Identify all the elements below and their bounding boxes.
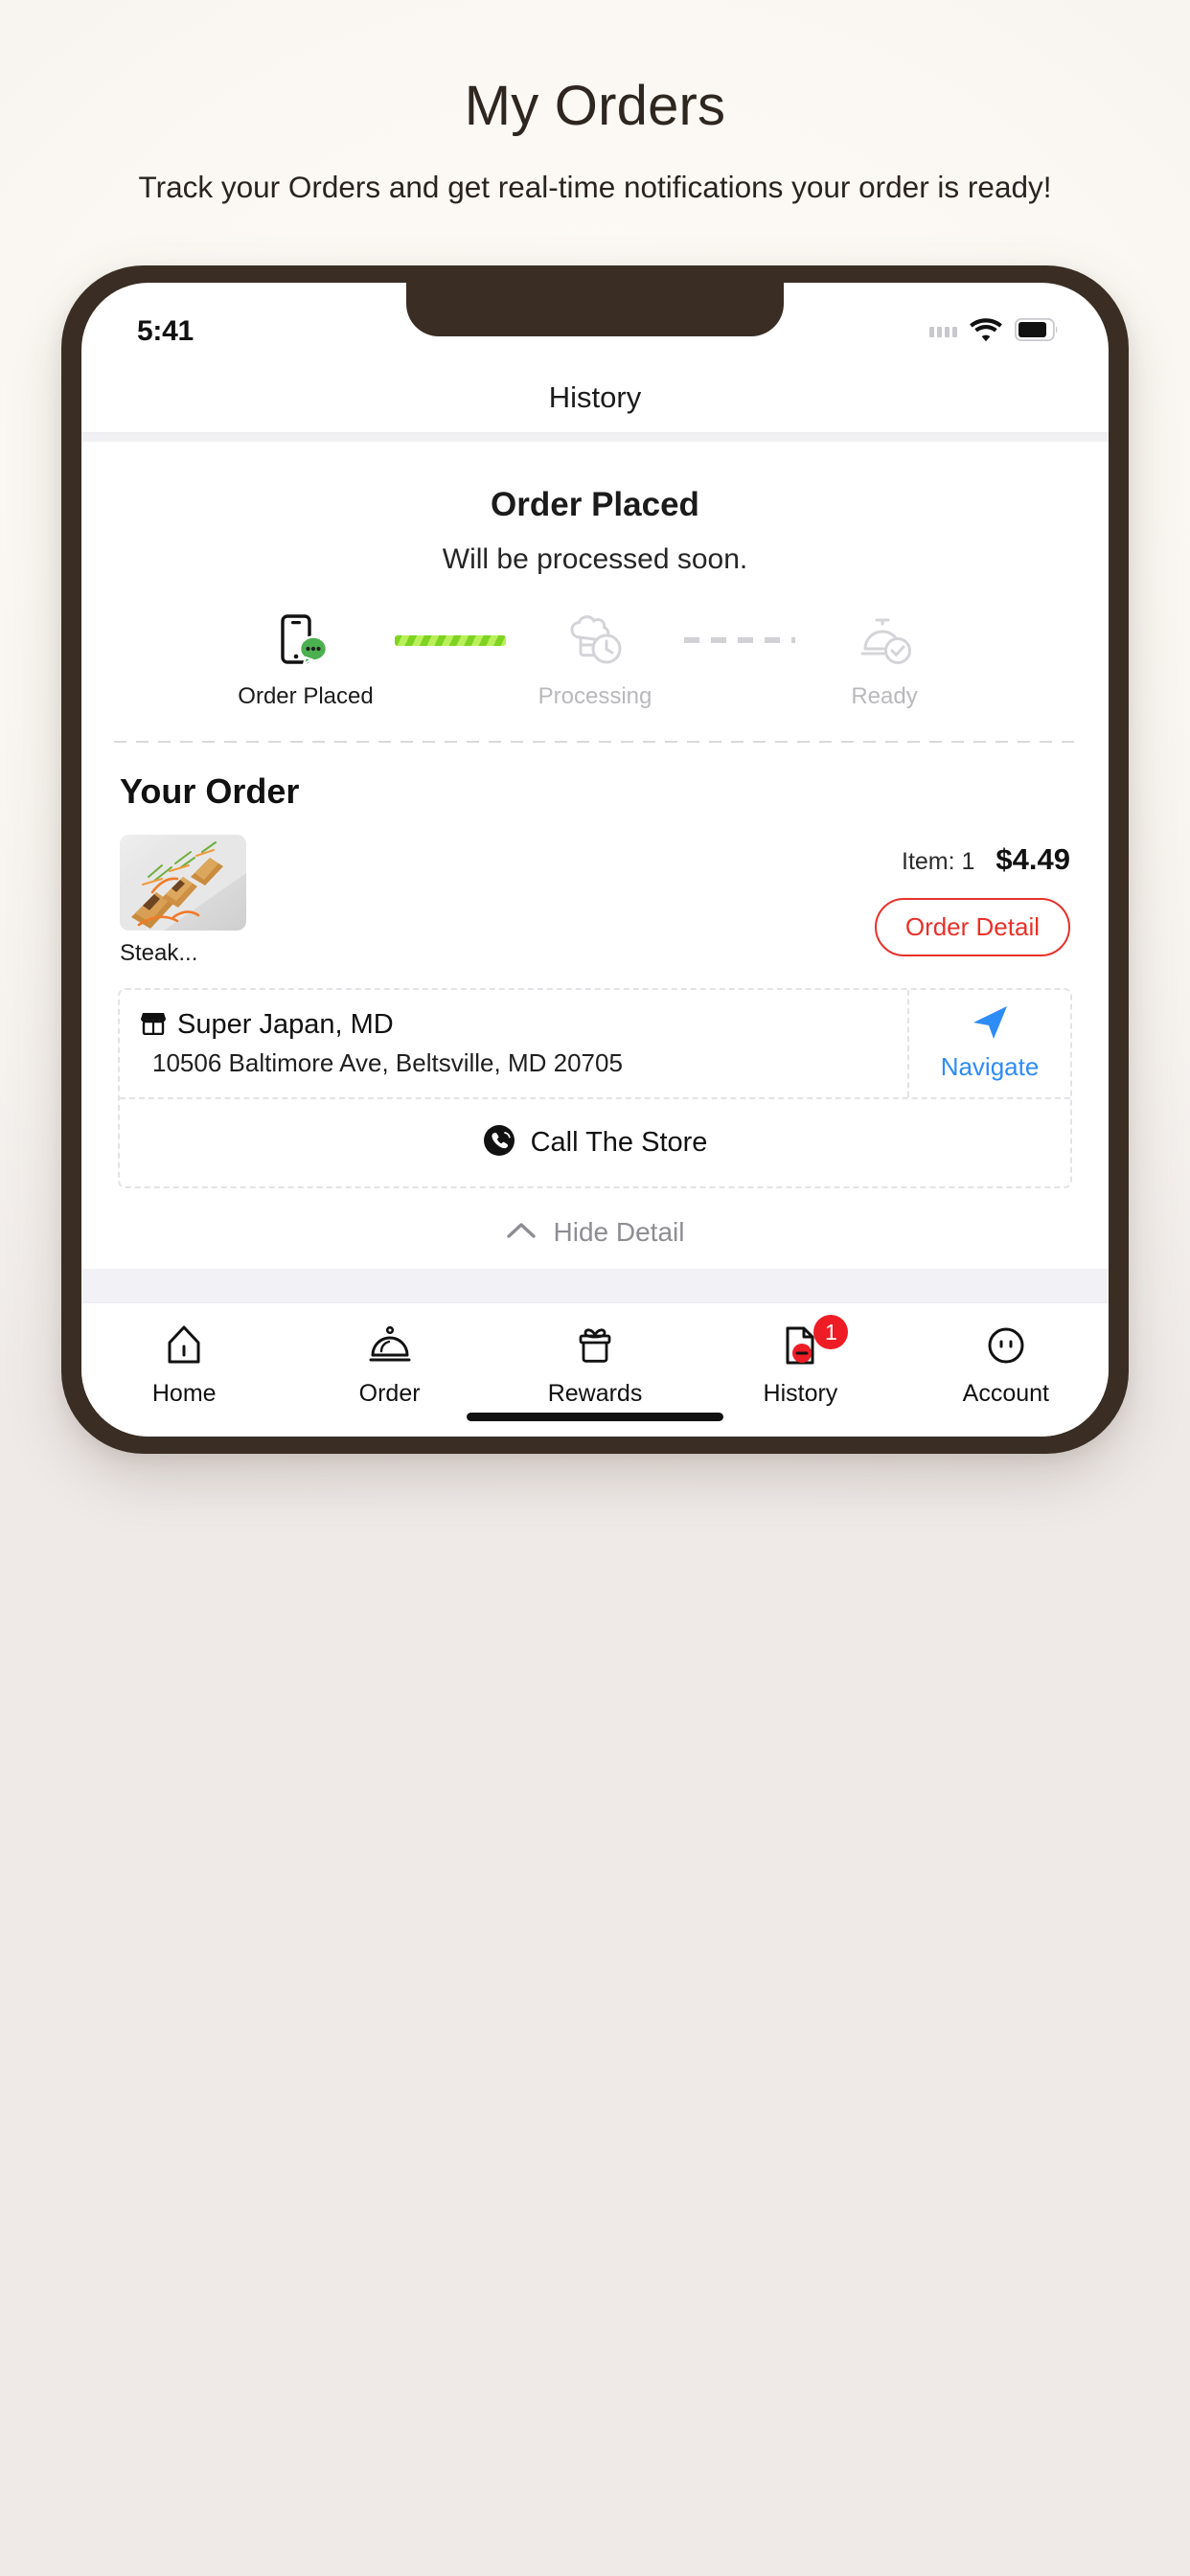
order-item-food[interactable]: Steak... — [120, 835, 246, 967]
store-info-block: Super Japan, MD 10506 Baltimore Ave, Bel… — [118, 988, 1072, 1188]
order-detail-button[interactable]: Order Detail — [874, 898, 1070, 956]
status-bar-time: 5:41 — [137, 315, 194, 347]
account-face-icon — [983, 1321, 1029, 1370]
phone-call-icon — [483, 1124, 515, 1162]
order-item-name: Steak... — [120, 940, 198, 966]
cellular-bars-icon — [929, 326, 957, 337]
order-status-description: Will be processed soon. — [442, 543, 748, 575]
order-card: Order Placed Will be processed soon. Ord… — [81, 442, 1109, 1269]
navigate-label: Navigate — [940, 1052, 1040, 1081]
chevron-up-icon — [506, 1221, 537, 1245]
storefront-icon — [141, 1011, 166, 1040]
order-status-block: Order Placed Will be processed soon. — [81, 442, 1109, 576]
home-icon — [161, 1321, 207, 1370]
nav-bar-title: History — [548, 380, 642, 414]
phone-screen: 5:41 History Order Placed Will be proces… — [81, 283, 1109, 1437]
step-ready: Ready — [795, 610, 973, 710]
bell-check-icon — [856, 610, 913, 670]
store-top-row: Super Japan, MD 10506 Baltimore Ave, Bel… — [120, 990, 1070, 1097]
step-processing: Processing — [506, 610, 684, 710]
chef-hat-clock-icon — [566, 610, 624, 670]
order-item-price-line: Item: 1 $4.49 — [902, 842, 1070, 877]
order-item-count: Item: 1 — [902, 848, 975, 875]
store-name: Super Japan, MD — [177, 1009, 394, 1040]
status-bar-icons — [929, 317, 1059, 347]
your-order-heading: Your Order — [120, 771, 300, 811]
connector-green — [395, 610, 506, 670]
tab-account[interactable]: Account — [904, 1321, 1109, 1408]
tab-label-account: Account — [962, 1380, 1049, 1407]
order-item-row: Steak... Item: 1 $4.49 Order Detail — [81, 812, 1109, 967]
order-item-price: $4.49 — [995, 842, 1070, 876]
cloche-icon — [367, 1321, 413, 1370]
tab-rewards[interactable]: Rewards — [492, 1321, 698, 1408]
store-name-row: Super Japan, MD — [141, 1009, 890, 1041]
tab-history[interactable]: 1 History — [698, 1315, 903, 1408]
nav-separator — [81, 432, 1109, 442]
nav-bar: History — [81, 363, 1109, 432]
wifi-icon — [970, 317, 1002, 347]
screen-content[interactable]: Order Placed Will be processed soon. Ord… — [81, 442, 1109, 1302]
step-order-placed: Order Placed — [217, 610, 395, 710]
step-label-order-placed: Order Placed — [238, 683, 374, 709]
gift-icon — [572, 1321, 618, 1370]
navigate-button[interactable]: Navigate — [909, 990, 1070, 1097]
history-badge: 1 — [813, 1315, 849, 1349]
call-store-button[interactable]: Call The Store — [120, 1097, 1070, 1186]
steak-rolls-photo[interactable] — [120, 835, 246, 931]
phone-chat-icon — [277, 610, 334, 670]
tab-label-rewards: Rewards — [547, 1380, 643, 1407]
home-indicator[interactable] — [467, 1413, 723, 1421]
tab-home[interactable]: Home — [81, 1321, 286, 1408]
store-details[interactable]: Super Japan, MD 10506 Baltimore Ave, Bel… — [120, 990, 909, 1097]
tab-label-home: Home — [151, 1380, 217, 1407]
tab-label-history: History — [763, 1380, 838, 1407]
order-item-pricing: Item: 1 $4.49 Order Detail — [874, 835, 1070, 967]
tab-label-order: Order — [358, 1380, 421, 1407]
promo-header: My Orders Track your Orders and get real… — [0, 0, 1190, 208]
connector-dashed — [684, 610, 795, 670]
call-store-label: Call The Store — [530, 1127, 708, 1158]
tab-order[interactable]: Order — [286, 1321, 492, 1408]
hide-detail-label: Hide Detail — [553, 1217, 685, 1247]
phone-mockup: 5:41 History Order Placed Will be proces… — [61, 265, 1129, 1454]
status-bar: 5:41 — [81, 283, 1109, 363]
page-title: My Orders — [464, 75, 726, 137]
navigation-arrow-icon — [969, 1003, 1011, 1046]
step-label-ready: Ready — [851, 683, 918, 709]
page-subtitle: Track your Orders and get real-time noti… — [138, 169, 1052, 204]
order-status-title: Order Placed — [491, 486, 699, 523]
empty-scroll-area — [81, 1269, 1109, 1302]
document-icon: 1 — [777, 1315, 849, 1370]
order-progress-stepper: Order Placed Processing Ready — [81, 610, 1109, 710]
step-label-processing: Processing — [538, 683, 652, 709]
store-address: 10506 Baltimore Ave, Beltsville, MD 2070… — [152, 1048, 623, 1077]
battery-icon — [1014, 317, 1059, 346]
hide-detail-toggle[interactable]: Hide Detail — [81, 1217, 1109, 1248]
